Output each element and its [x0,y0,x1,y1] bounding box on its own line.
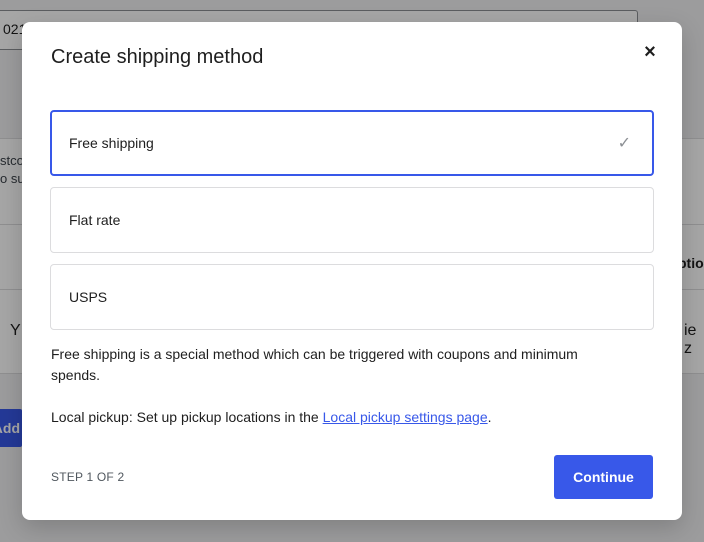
option-label: Free shipping [69,135,154,151]
option-flat-rate[interactable]: Flat rate [50,187,654,253]
continue-button[interactable]: Continue [554,455,653,499]
close-icon[interactable]: × [638,40,662,64]
option-usps[interactable]: USPS [50,264,654,330]
local-pickup-settings-link[interactable]: Local pickup settings page [323,409,488,425]
pickup-text: Local pickup: Set up pickup locations in… [51,409,323,425]
option-label: Flat rate [69,212,121,228]
option-label: USPS [69,289,108,305]
option-free-shipping[interactable]: Free shipping ✓ [50,110,654,176]
pickup-suffix: . [487,409,492,425]
modal-title: Create shipping method [51,46,264,68]
create-shipping-method-modal: Create shipping method × Free shipping ✓… [22,22,682,520]
step-indicator: STEP 1 OF 2 [51,470,125,484]
method-description: Free shipping is a special method which … [51,346,578,383]
local-pickup-note: Local pickup: Set up pickup locations in… [51,407,492,428]
checkmark-icon: ✓ [617,135,631,152]
